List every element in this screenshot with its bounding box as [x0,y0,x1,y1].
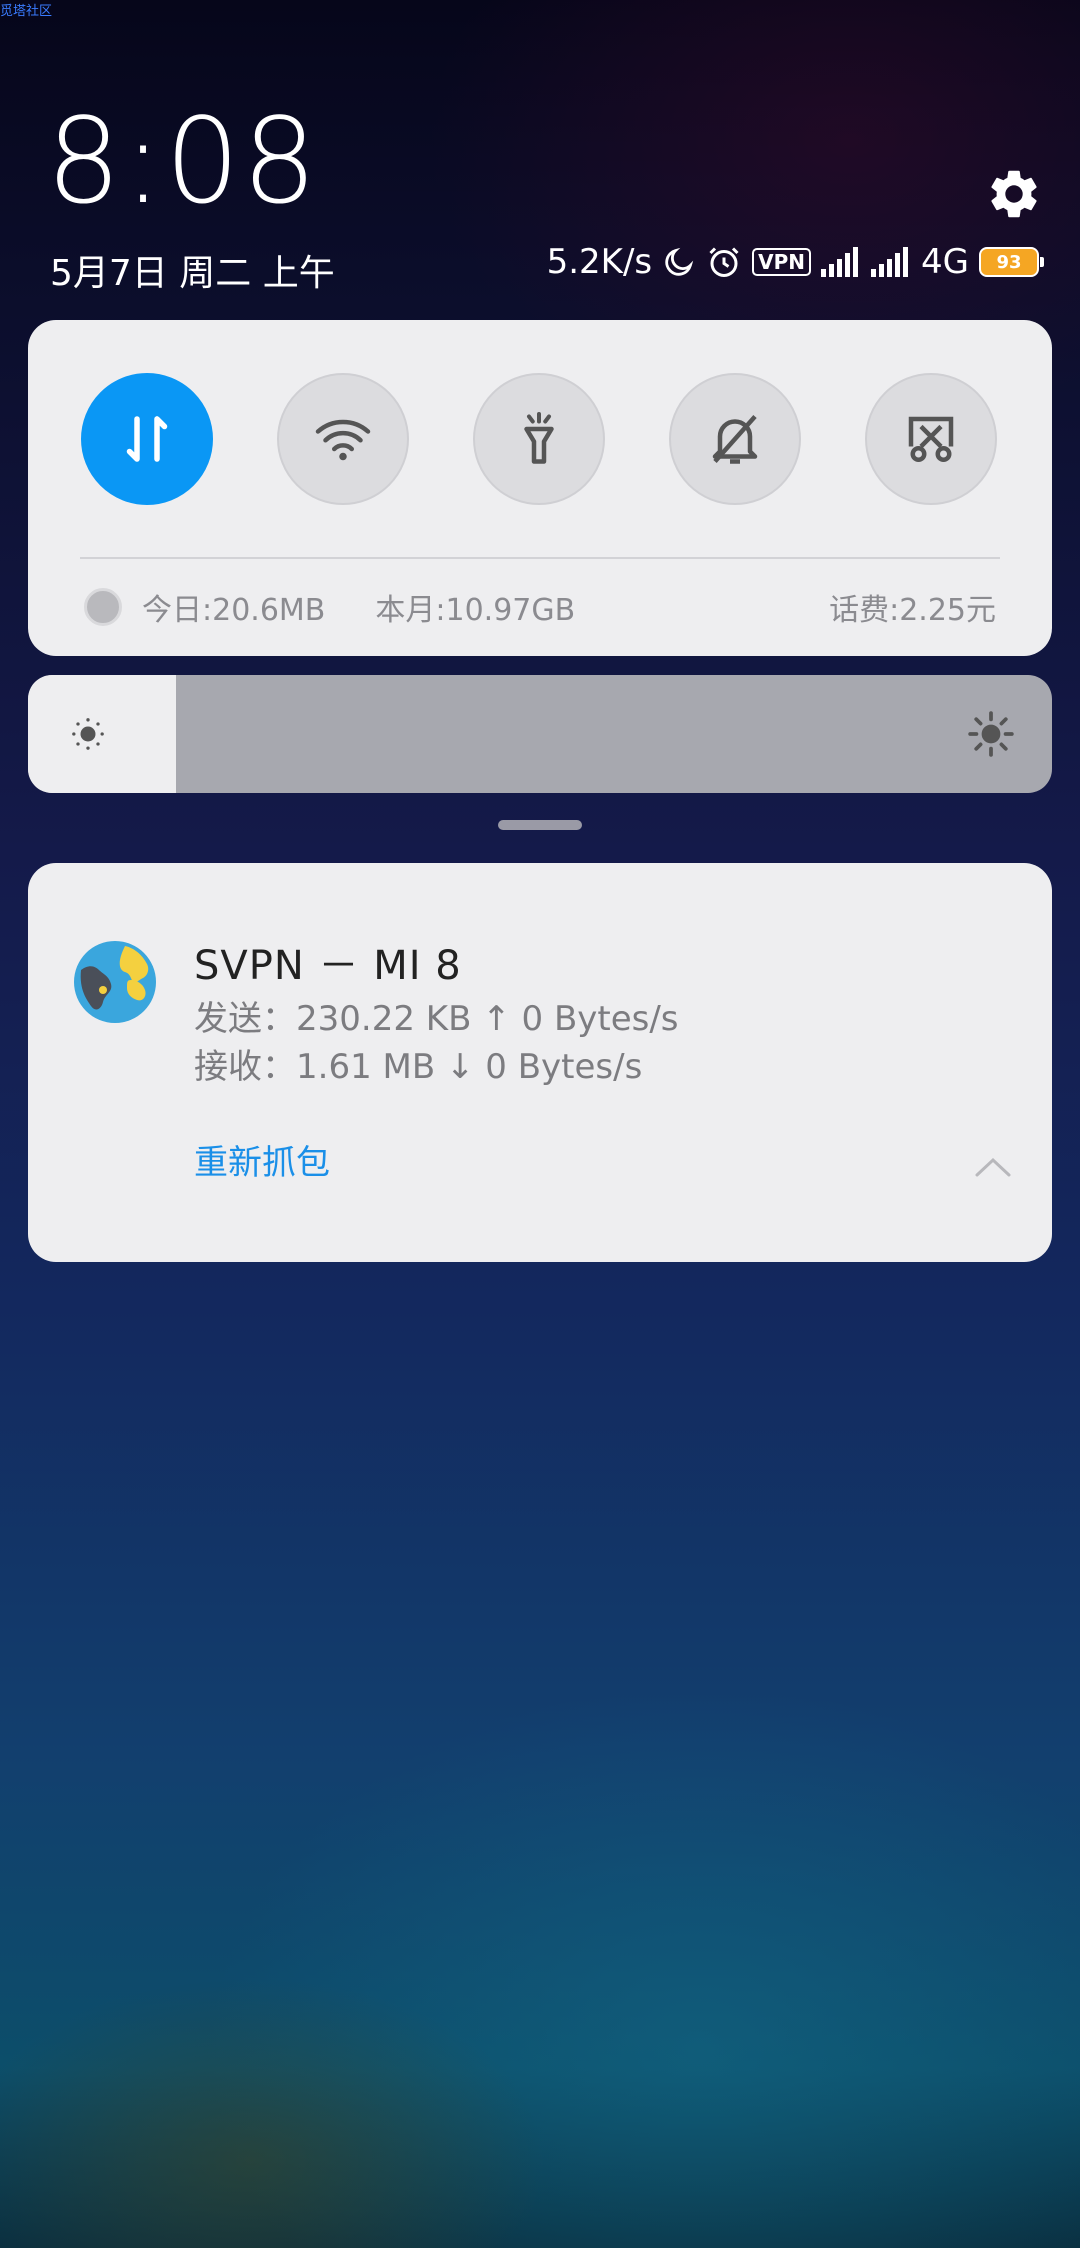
notification-send-stats: 发送：230.22 KB ↑ 0 Bytes/s [194,999,679,1039]
net-speed: 5.2K/s [546,242,653,282]
data-arrows-icon [126,416,168,462]
data-usage-row[interactable]: 今日:20.6MB 本月:10.97GB 话费:2.25元 [84,582,996,632]
flashlight-toggle[interactable] [473,373,605,505]
settings-gear-icon[interactable] [985,165,1043,223]
mobile-data-toggle[interactable] [81,373,213,505]
notification-receive-stats: 接收：1.61 MB ↓ 0 Bytes/s [194,1047,643,1087]
phone-fee: 话费:2.25元 [829,593,996,628]
vpn-icon: VPN [752,248,812,276]
svpn-notification[interactable]: SVPN － MI 8 发送：230.22 KB ↑ 0 Bytes/s 接收：… [28,863,1052,1262]
usage-month: 本月:10.97GB [375,593,576,628]
clock-date[interactable]: 5月7日 周二 上午 [50,244,335,296]
network-type: 4G [921,242,969,282]
alarm-icon [706,244,742,280]
moon-icon [662,245,696,279]
status-bar: 5.2K/s VPN 4G 93 [547,242,1044,282]
signal-icon [821,247,861,277]
watermark: 觅塔社区 [0,4,53,19]
flashlight-icon [524,412,554,464]
screenshot-icon [908,416,954,462]
screenshot-toggle[interactable] [865,373,997,505]
usage-indicator-icon [84,588,122,626]
wifi-toggle[interactable] [277,373,409,505]
recapture-button[interactable]: 重新抓包 [194,1135,330,1184]
brightness-low-icon [68,714,108,758]
wifi-icon [315,419,371,461]
usage-today: 今日:20.6MB [142,593,326,628]
brightness-high-icon [966,709,1016,763]
signal-icon [871,247,911,277]
notification-title: SVPN － MI 8 [194,943,462,989]
bell-off-icon [712,415,758,464]
silent-toggle[interactable] [669,373,801,505]
globe-icon [73,940,157,1024]
battery-level: 93 [979,247,1039,277]
clock-time[interactable]: 8:08 [46,102,319,220]
collapse-chevron-icon[interactable] [974,1155,1012,1183]
brightness-slider[interactable] [28,675,1052,793]
panel-drag-handle[interactable] [498,820,582,830]
battery-icon: 93 [979,247,1044,277]
quick-settings-panel: 今日:20.6MB 本月:10.97GB 话费:2.25元 [28,320,1052,656]
divider [80,557,1000,559]
